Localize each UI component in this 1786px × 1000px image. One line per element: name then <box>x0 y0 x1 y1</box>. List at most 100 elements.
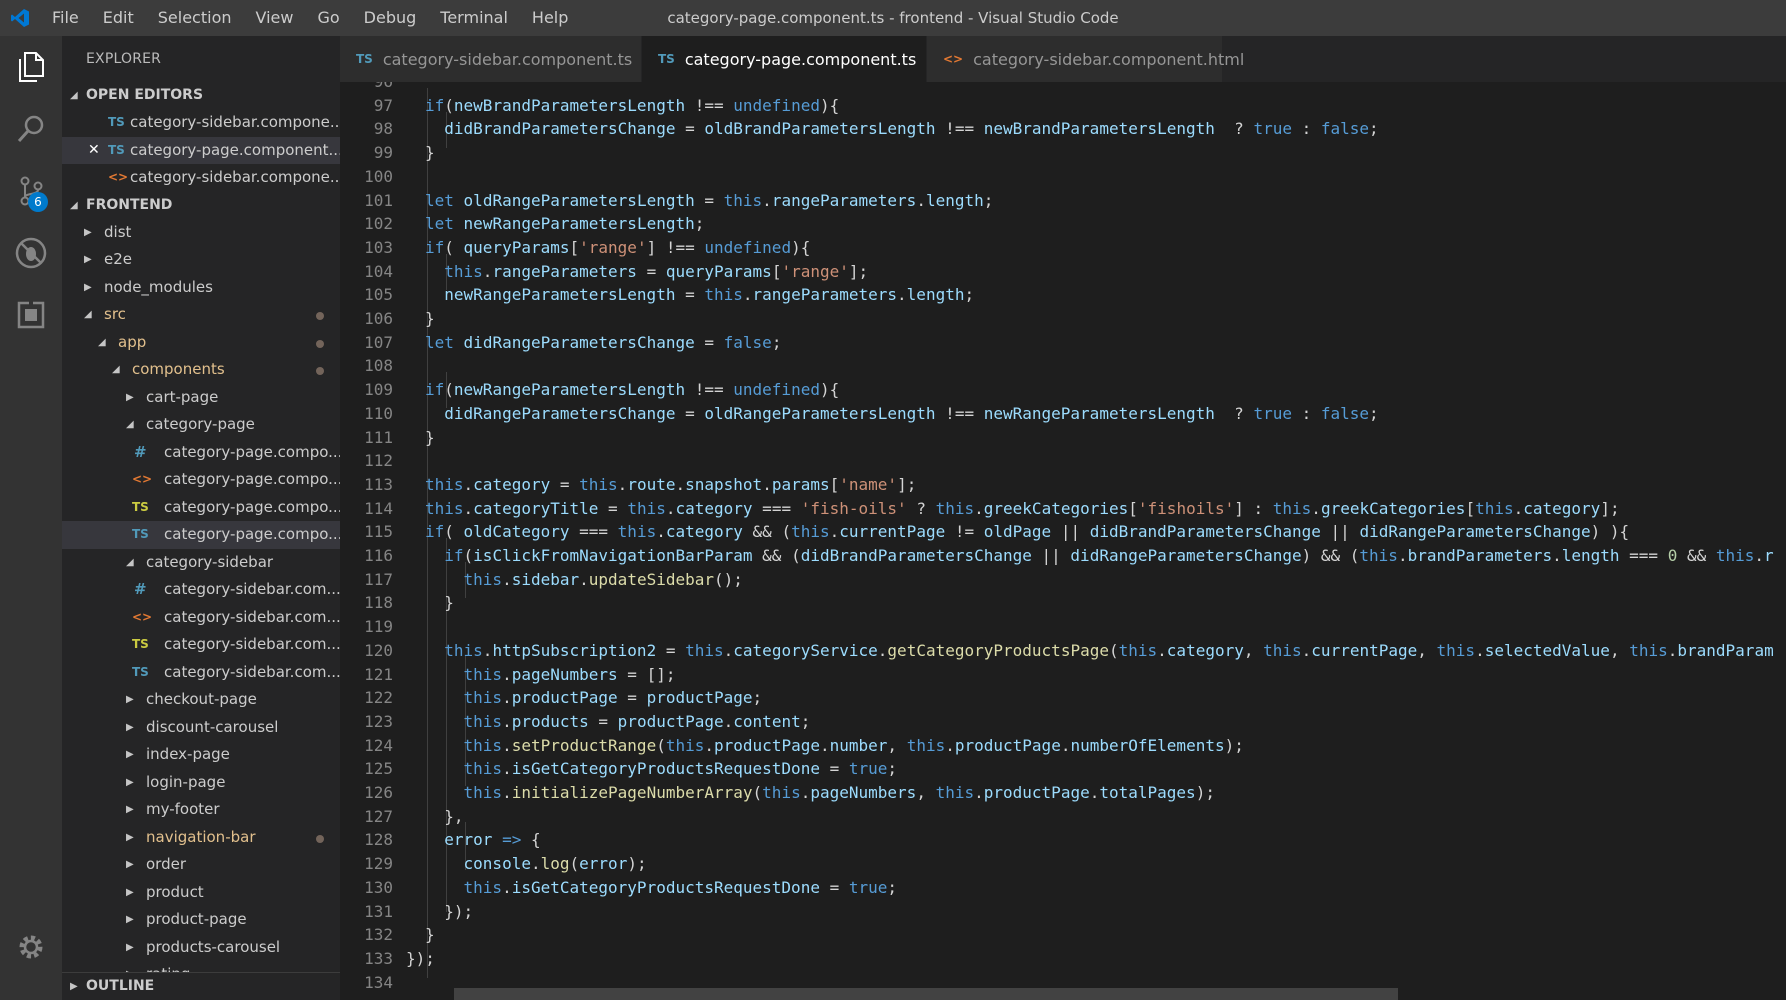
tree-label: category-sidebar <box>146 552 274 571</box>
tree-folder-node-modules[interactable]: ▶ node_modules <box>62 274 340 302</box>
code-text: } <box>425 925 435 945</box>
code-text: this.sidebar.updateSidebar(); <box>463 569 743 589</box>
tree-folder-index-page[interactable]: ▶ index-page <box>62 741 340 769</box>
code-line: 127 }, <box>340 805 1786 829</box>
tree-file[interactable]: # category-sidebar.com... <box>62 576 340 604</box>
tree-folder-checkout-page[interactable]: ▶ checkout-page <box>62 686 340 714</box>
files-icon[interactable] <box>0 36 62 98</box>
settings-gear-icon[interactable] <box>0 916 62 978</box>
code-line: 105 newRangeParametersLength = this.rang… <box>340 283 1786 307</box>
code-line: 104 this.rangeParameters = queryParams['… <box>340 260 1786 284</box>
search-icon[interactable] <box>0 98 62 160</box>
menu-terminal[interactable]: Terminal <box>428 0 520 36</box>
tree-folder-cart-page[interactable]: ▶ cart-page <box>62 384 340 412</box>
code-line: 109 if(newRangeParametersLength !== undef… <box>340 378 1786 402</box>
debug-icon[interactable] <box>0 222 62 284</box>
vertical-scrollbar[interactable] <box>1782 82 1786 1000</box>
tree-folder-product[interactable]: ▶ product <box>62 879 340 907</box>
tree-label: login-page <box>146 772 226 791</box>
code-line: 110 didRangeParametersChange = oldRangeP… <box>340 402 1786 426</box>
line-number: 106 <box>364 309 393 328</box>
tree-folder-src[interactable]: ◢ src <box>62 301 340 329</box>
tree-folder-product-page[interactable]: ▶ product-page <box>62 906 340 934</box>
menu-view[interactable]: View <box>244 0 306 36</box>
tree-file[interactable]: # category-page.compo... <box>62 439 340 467</box>
tree-folder-products-carousel[interactable]: ▶ products-carousel <box>62 934 340 962</box>
line-number: 120 <box>364 640 393 660</box>
code-line: 102 let newRangeParametersLength; <box>340 212 1786 236</box>
line-number: 107 <box>364 332 393 352</box>
tree-folder-navigation-bar[interactable]: ▶ navigation-bar <box>62 824 340 852</box>
html-file-icon: <> <box>108 170 129 184</box>
menu-debug[interactable]: Debug <box>352 0 429 36</box>
line-number: 126 <box>364 783 393 802</box>
tree-folder-my-footer[interactable]: ▶ my-footer <box>62 796 340 824</box>
open-editors-header[interactable]: ◢ OPEN EDITORS <box>62 82 340 109</box>
line-number: 128 <box>364 830 393 850</box>
code-line: 119 <box>340 615 1786 639</box>
code-text: this.setProductRange(this.productPage.nu… <box>463 735 1244 755</box>
frontend-header[interactable]: ◢ FRONTEND <box>62 192 340 219</box>
open-editor-item[interactable]: <> category-sidebar.compone... <box>62 164 340 192</box>
outline-title: OUTLINE <box>86 978 155 994</box>
line-number: 116 <box>364 546 393 565</box>
menu-selection[interactable]: Selection <box>146 0 244 36</box>
code-text: this.products = productPage.content; <box>463 711 811 731</box>
tree-file[interactable]: TS category-sidebar.com... <box>62 659 340 687</box>
css-file-icon: # <box>134 580 147 598</box>
code-line: 128 error => { <box>340 828 1786 852</box>
tree-label: checkout-page <box>146 690 257 708</box>
code-line: 112 <box>340 449 1786 473</box>
tree-folder-category-page[interactable]: ◢ category-page <box>62 411 340 439</box>
tab-category-sidebar-ts[interactable]: TS category-sidebar.component.ts <box>340 36 642 82</box>
tab-category-page-ts[interactable]: TS category-page.component.ts ✕ <box>642 36 946 82</box>
line-number: 100 <box>364 166 393 186</box>
tree-file-selected[interactable]: TS category-page.compo... <box>62 521 340 549</box>
code-line: 113 this.category = this.route.snapshot.p… <box>340 473 1786 497</box>
code-text: }, <box>425 806 464 826</box>
menu-go[interactable]: Go <box>305 0 351 36</box>
code-line: 132} <box>340 923 1786 947</box>
line-number: 133 <box>364 948 393 968</box>
tab-category-sidebar-html[interactable]: <> category-sidebar.component.html <box>927 36 1244 82</box>
extensions-icon[interactable] <box>0 284 62 346</box>
tree-label: category-sidebar.com... <box>164 662 340 681</box>
tree-folder-category-sidebar[interactable]: ◢ category-sidebar <box>62 549 340 577</box>
html-file-icon: <> <box>943 52 964 66</box>
chevron-right-icon: ▶ <box>84 254 92 265</box>
close-icon[interactable]: ✕ <box>88 137 100 165</box>
line-number: 102 <box>364 214 393 234</box>
code-editor[interactable]: 96 97 if(newBrandParametersLength !== und… <box>340 82 1786 1000</box>
tree-folder-app[interactable]: ◢ app <box>62 329 340 357</box>
open-editor-item[interactable]: TS category-sidebar.compone... <box>62 109 340 137</box>
chevron-right-icon: ▶ <box>126 804 134 815</box>
menu-help[interactable]: Help <box>520 0 580 36</box>
scm-badge: 6 <box>28 192 48 212</box>
tree-folder-order[interactable]: ▶ order <box>62 851 340 879</box>
open-editor-item[interactable]: ✕ TS category-page.component.... <box>62 136 340 165</box>
horizontal-scrollbar[interactable] <box>454 988 1398 1000</box>
tree-label: my-footer <box>146 800 220 818</box>
menu-edit[interactable]: Edit <box>91 0 146 36</box>
code-line: 100 <box>340 165 1786 189</box>
tree-file[interactable]: <> category-page.compo... <box>62 466 340 494</box>
tree-file[interactable]: TS category-page.compo... <box>62 494 340 522</box>
tree-label: cart-page <box>146 387 219 406</box>
tree-file[interactable]: TS category-sidebar.com... <box>62 631 340 659</box>
tree-folder-login-page[interactable]: ▶ login-page <box>62 769 340 797</box>
tree-folder-components[interactable]: ◢ components <box>62 356 340 384</box>
tree-label: navigation-bar <box>146 827 256 846</box>
source-control-icon[interactable]: 6 <box>0 160 62 222</box>
menu-file[interactable]: File <box>40 0 91 36</box>
tree-folder-dist[interactable]: ▶ dist <box>62 219 340 247</box>
code-line: 123 this.products = productPage.content; <box>340 710 1786 734</box>
chevron-right-icon: ▶ <box>70 981 78 992</box>
tree-folder-e2e[interactable]: ▶ e2e <box>62 246 340 274</box>
tree-file[interactable]: <> category-sidebar.com... <box>62 604 340 632</box>
line-number: 122 <box>364 688 393 708</box>
line-number: 118 <box>364 593 393 613</box>
tree-folder-discount-carousel[interactable]: ▶ discount-carousel <box>62 714 340 742</box>
outline-header[interactable]: ▶ OUTLINE <box>62 972 340 1000</box>
code-text: } <box>425 593 454 613</box>
code-text: this.httpSubscription2 = this.categorySe… <box>444 640 1774 660</box>
